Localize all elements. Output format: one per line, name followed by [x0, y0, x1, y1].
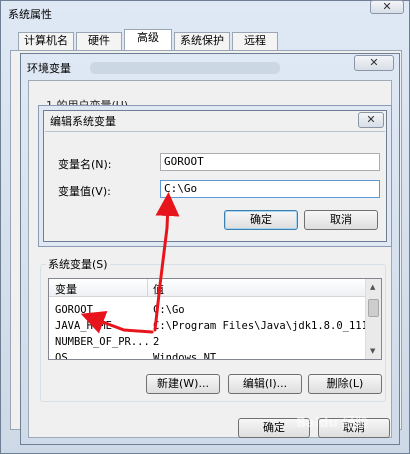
- arrow-to-goroot-row: [80, 310, 154, 334]
- annotation-arrows: [80, 192, 180, 334]
- arrow-to-value-field: [153, 192, 180, 332]
- watermark: Baidu 经验: [296, 416, 369, 431]
